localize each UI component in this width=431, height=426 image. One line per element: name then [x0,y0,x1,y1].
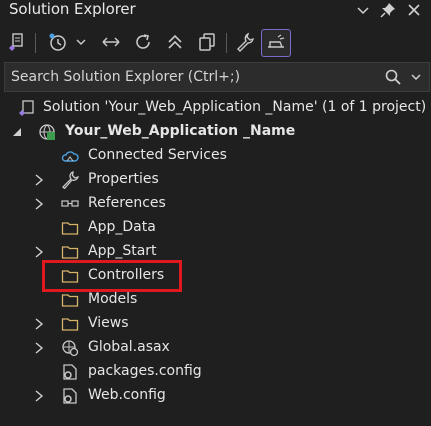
tree-row-connected-services[interactable]: Connected Services [0,144,431,168]
tree-item-label: Views [88,315,129,331]
pin-icon[interactable] [380,2,396,18]
folder-icon [61,243,79,261]
tree-row-views[interactable]: Views [0,312,431,336]
title-bar: Solution Explorer [0,0,431,20]
collapsed-arrow-icon[interactable] [32,317,46,331]
collapsed-arrow-icon[interactable] [32,197,46,211]
tree-item-label: App_Data [88,219,156,235]
search-icon[interactable] [385,69,401,85]
solution-label: Solution 'Your_Web_Application _Name' (1… [43,99,427,115]
references-icon [61,195,79,213]
tree-row-global-asax[interactable]: Global.asax [0,336,431,360]
tree-item-label: Connected Services [88,147,227,163]
tree-item-label: References [88,195,166,211]
toolbar [0,26,431,62]
search-box[interactable]: Search Solution Explorer (Ctrl+;) [4,62,430,92]
show-all-files-icon[interactable] [194,29,220,55]
tree-row-references[interactable]: References [0,192,431,216]
refresh-icon[interactable] [130,29,156,55]
search-input[interactable]: Search Solution Explorer (Ctrl+;) [11,69,240,85]
wrench-icon [61,171,79,190]
tree-row-app-data[interactable]: App_Data [0,216,431,240]
tree-item-label: Models [88,291,138,307]
chevron-down-icon[interactable] [409,70,423,84]
tree-row-properties[interactable]: Properties [0,168,431,192]
web-project-icon [38,123,56,141]
panel-title: Solution Explorer [9,0,136,18]
toolbar-separator [226,33,227,53]
expanded-arrow-icon[interactable] [10,125,24,139]
folder-icon [61,315,79,333]
solution-icon [18,99,36,117]
global-asax-icon [61,339,79,357]
tree-row-web-config[interactable]: Web.config [0,384,431,408]
folder-icon [61,291,79,309]
collapsed-arrow-icon[interactable] [32,389,46,403]
collapsed-arrow-icon[interactable] [32,245,46,259]
tree-item-label: Properties [88,171,159,187]
properties-wrench-icon[interactable] [232,29,258,55]
collapse-all-icon[interactable] [162,29,188,55]
project-label: Your_Web_Application _Name [65,123,296,139]
history-icon[interactable] [44,29,70,55]
config-file-icon [61,363,79,381]
tree-row-solution[interactable]: Solution 'Your_Web_Application _Name' (1… [0,96,431,120]
toolbar-separator [35,33,36,53]
collapsed-arrow-icon[interactable] [32,173,46,187]
cloud-icon [61,147,79,165]
tree-row-packages-config[interactable]: packages.config [0,360,431,384]
tree-item-label: packages.config [88,363,202,379]
config-file-icon [61,387,79,405]
tree-item-label: Web.config [88,387,166,403]
folder-icon [61,219,79,237]
controllers-highlight-box [42,260,182,292]
chevron-down-icon[interactable] [355,2,371,18]
tree-row-project[interactable]: Your_Web_Application _Name [0,120,431,144]
tree-item-label: Global.asax [88,339,170,355]
close-icon[interactable] [406,2,422,18]
switch-views-icon[interactable] [6,29,28,55]
sync-icon[interactable] [98,29,124,55]
preview-selected-icon[interactable] [261,29,291,57]
chevron-down-icon[interactable] [72,29,90,55]
tree-item-label: App_Start [88,243,157,259]
collapsed-arrow-icon[interactable] [32,341,46,355]
